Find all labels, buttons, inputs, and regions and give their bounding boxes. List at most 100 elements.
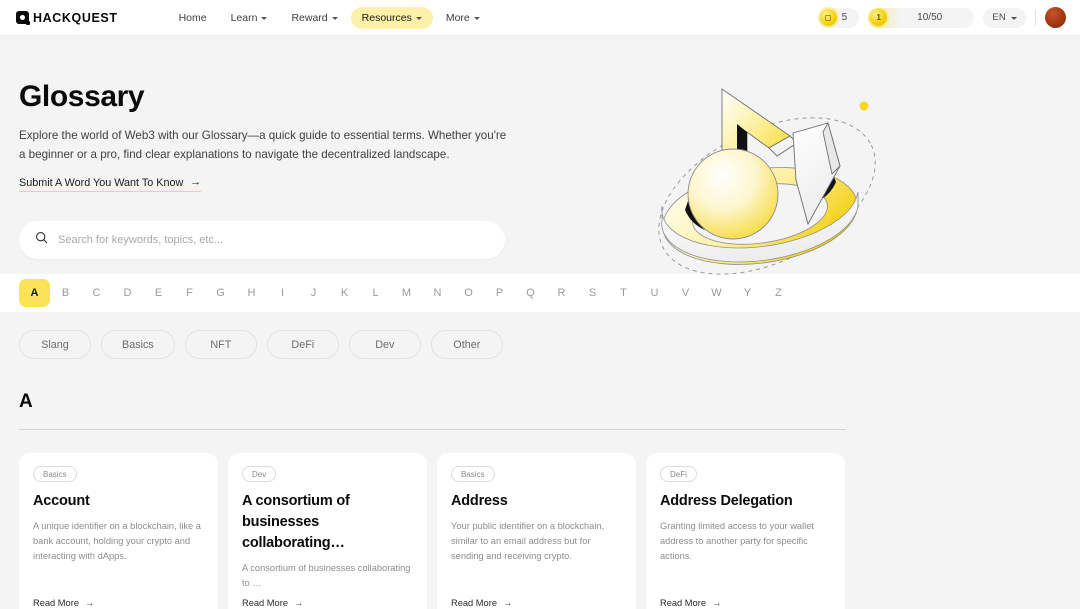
alphabet-letter-label: M xyxy=(401,287,412,299)
search-input[interactable] xyxy=(58,233,489,246)
category-chip-slang[interactable]: Slang xyxy=(19,330,91,359)
avatar[interactable] xyxy=(1045,7,1066,28)
card-category-tag: DeFi xyxy=(660,466,697,482)
alphabet-letter-n[interactable]: N xyxy=(422,279,453,307)
read-more-label: Read More xyxy=(33,598,79,609)
arrow-right-icon: → xyxy=(85,598,95,609)
submit-word-label: Submit A Word You Want To Know xyxy=(19,176,184,189)
site-header: HACKQUEST Home Learn Reward Resources Mo… xyxy=(0,0,1080,36)
alphabet-letter-label: N xyxy=(433,287,442,299)
alphabet-letter-label: D xyxy=(123,287,132,299)
alphabet-letter-j[interactable]: J xyxy=(298,279,329,307)
card-title: Address xyxy=(451,493,508,509)
alphabet-letter-g[interactable]: G xyxy=(205,279,236,307)
category-chip-basics[interactable]: Basics xyxy=(101,330,175,359)
glossary-hero-illustration xyxy=(627,76,897,298)
alphabet-letter-c[interactable]: C xyxy=(81,279,112,307)
coin-value: 5 xyxy=(841,12,848,23)
language-selector[interactable]: EN xyxy=(983,7,1026,28)
coin-balance[interactable]: 5 xyxy=(817,7,860,28)
nav-label: Resources xyxy=(361,11,412,24)
nav-label: More xyxy=(445,11,470,24)
alphabet-letter-s[interactable]: S xyxy=(577,279,608,307)
glossary-card[interactable]: Basics Address Your public identifier on a… xyxy=(437,453,636,609)
category-chip-nft[interactable]: NFT xyxy=(184,330,257,359)
alphabet-letter-a[interactable]: A xyxy=(19,279,50,307)
nav-item-resources[interactable]: Resources xyxy=(350,6,433,29)
page-title: Glossary xyxy=(19,80,145,113)
category-chip-label: Basics xyxy=(122,338,154,351)
chevron-down-icon xyxy=(473,16,480,20)
card-description: A unique identifier on a blockchain, lik… xyxy=(33,521,201,562)
glossary-card[interactable]: Basics Account A unique identifier on a bl… xyxy=(19,453,218,609)
arrow-right-icon: → xyxy=(294,598,304,609)
card-title: Address Delegation xyxy=(660,493,793,509)
card-description: Granting limited access to your wallet a… xyxy=(660,521,814,562)
category-chip-dev[interactable]: Dev xyxy=(348,330,421,359)
alphabet-filter-bar: ABCDEFGHIJKLMNOPQRSTUVWYZ xyxy=(0,274,1080,312)
nav-item-home[interactable]: Home xyxy=(168,7,218,29)
category-chip-defi[interactable]: DeFi xyxy=(266,330,339,359)
alphabet-letter-label: E xyxy=(154,287,163,299)
alphabet-letter-label: T xyxy=(620,287,627,299)
alphabet-letter-label: H xyxy=(247,287,256,299)
alphabet-letter-label: Q xyxy=(526,287,535,299)
category-chip-label: NFT xyxy=(210,338,232,351)
read-more-link[interactable]: Read More → xyxy=(660,598,831,608)
logo[interactable]: HACKQUEST xyxy=(16,11,118,25)
xp-progress-pill[interactable]: 1 10/50 xyxy=(868,7,975,28)
nav-label: Home xyxy=(178,11,207,24)
alphabet-letter-label: O xyxy=(464,287,473,299)
alphabet-letter-k[interactable]: K xyxy=(329,279,360,307)
alphabet-letter-p[interactable]: P xyxy=(484,279,515,307)
read-more-link[interactable]: Read More → xyxy=(451,598,622,608)
submit-word-link[interactable]: Submit A Word You Want To Know → xyxy=(19,176,202,192)
alphabet-letter-m[interactable]: M xyxy=(391,279,422,307)
category-chip-label: Other xyxy=(453,338,481,351)
alphabet-letter-i[interactable]: I xyxy=(267,279,298,307)
alphabet-letter-h[interactable]: H xyxy=(236,279,267,307)
nav-item-more[interactable]: More xyxy=(435,7,491,29)
alphabet-letter-label: F xyxy=(186,287,193,299)
section-letter-heading: A xyxy=(19,391,33,412)
language-label: EN xyxy=(992,12,1006,23)
nav-item-reward[interactable]: Reward xyxy=(280,7,348,29)
read-more-label: Read More xyxy=(660,598,706,609)
alphabet-letter-r[interactable]: R xyxy=(546,279,577,307)
category-chip-label: Slang xyxy=(41,338,69,351)
alphabet-letter-label: C xyxy=(92,287,101,299)
card-title: Account xyxy=(33,493,90,509)
search-icon xyxy=(35,231,48,249)
alphabet-letter-label: S xyxy=(588,287,597,299)
arrow-right-icon: → xyxy=(190,176,202,189)
card-title: A consortium of businesses collaborating… xyxy=(242,493,350,552)
hackquest-logo-icon xyxy=(16,11,30,25)
card-category-tag: Basics xyxy=(451,466,495,482)
search-bar[interactable] xyxy=(19,220,505,259)
category-filter-chips: Slang Basics NFT DeFi Dev Other xyxy=(0,312,1080,359)
read-more-link[interactable]: Read More → xyxy=(242,598,413,608)
glossary-card[interactable]: Dev A consortium of businesses collaborat… xyxy=(228,453,427,609)
alphabet-letter-label: P xyxy=(495,287,504,299)
alphabet-letter-b[interactable]: B xyxy=(50,279,81,307)
alphabet-letter-l[interactable]: L xyxy=(360,279,391,307)
chevron-down-icon xyxy=(415,16,422,20)
read-more-link[interactable]: Read More → xyxy=(33,598,204,608)
alphabet-letter-label: I xyxy=(280,287,285,299)
glossary-card[interactable]: DeFi Address Delegation Granting limited a… xyxy=(646,453,845,609)
alphabet-letter-q[interactable]: Q xyxy=(515,279,546,307)
arrow-right-icon: → xyxy=(503,598,513,609)
alphabet-letter-f[interactable]: F xyxy=(174,279,205,307)
header-divider xyxy=(1035,9,1036,26)
alphabet-letter-d[interactable]: D xyxy=(112,279,143,307)
category-chip-other[interactable]: Other xyxy=(430,330,503,359)
alphabet-letter-o[interactable]: O xyxy=(453,279,484,307)
nav-item-learn[interactable]: Learn xyxy=(220,7,279,29)
main-navigation: Home Learn Reward Resources More xyxy=(168,6,491,29)
coin-icon xyxy=(819,9,837,26)
alphabet-letter-e[interactable]: E xyxy=(143,279,174,307)
alphabet-letter-label: R xyxy=(557,287,566,299)
glossary-card-grid: Basics Account A unique identifier on a bl… xyxy=(0,430,1080,609)
chevron-down-icon xyxy=(261,16,268,20)
chevron-down-icon xyxy=(1011,16,1017,20)
